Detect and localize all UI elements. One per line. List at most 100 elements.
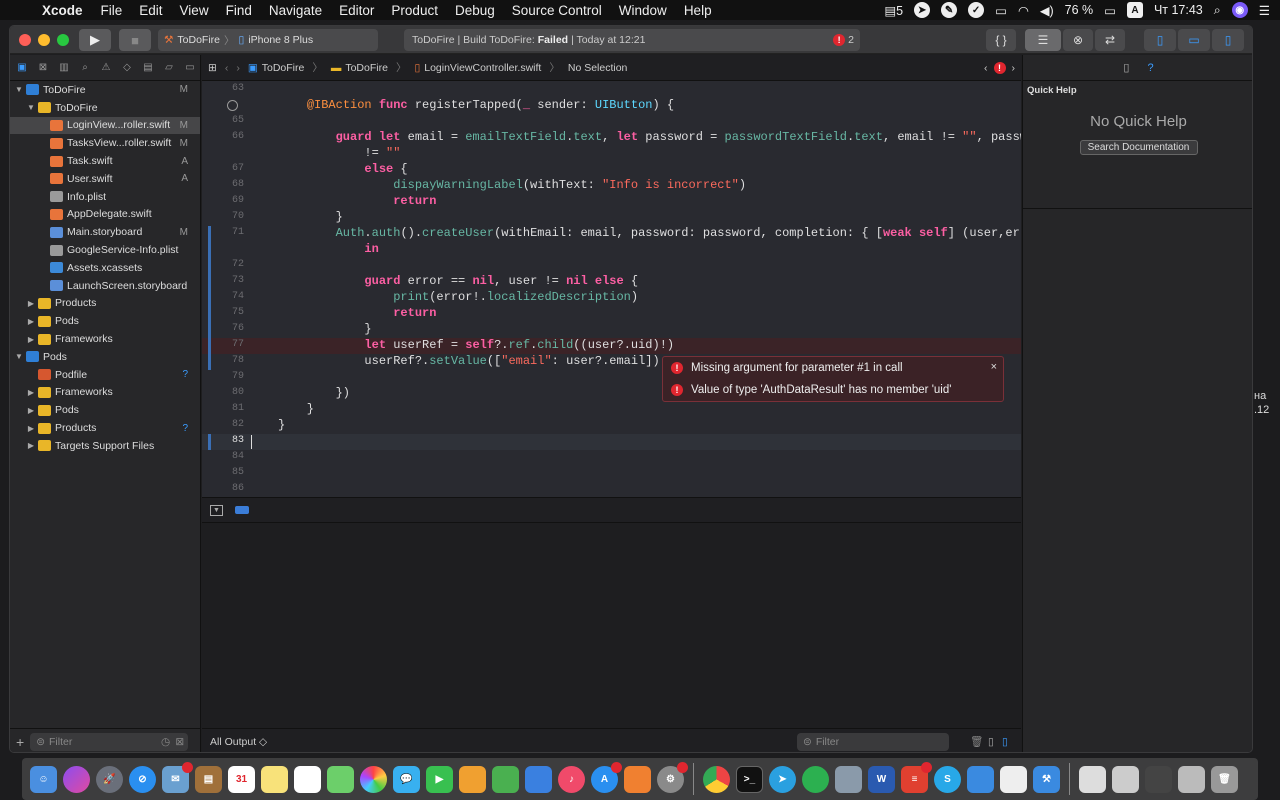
line-number[interactable]: 65 — [202, 115, 244, 126]
chrome-icon[interactable] — [703, 765, 730, 793]
line-number[interactable]: 83 — [202, 435, 244, 446]
symbol-icon[interactable]: ▥ — [57, 62, 71, 73]
scheme-selector[interactable]: ⚒ ToDoFire 〉 ▯ iPhone 8 Plus — [158, 29, 378, 51]
file-tree-item[interactable]: Main.storyboard M — [10, 223, 200, 241]
messages-icon[interactable]: 💬 — [393, 765, 420, 793]
related-items-icon[interactable]: ⊞ — [208, 62, 217, 74]
wifi-icon[interactable]: ◠ — [1018, 3, 1029, 18]
word-icon[interactable]: W — [868, 765, 895, 793]
music-icon[interactable]: ♪ — [558, 765, 585, 793]
trash-icon[interactable]: 🗑 — [970, 735, 983, 748]
minimize-window-button[interactable] — [38, 34, 50, 46]
code-line[interactable]: 86 — [202, 482, 1021, 497]
siri-icon[interactable] — [63, 765, 90, 793]
menu-help[interactable]: Help — [684, 3, 712, 18]
pages-icon[interactable] — [459, 765, 486, 793]
error-message-row[interactable]: ! Value of type 'AuthDataResult' has no m… — [663, 379, 1003, 401]
navigator-filter-input[interactable]: ⊜ Filter ◷ ⊠ — [30, 732, 189, 751]
code-line[interactable]: 67 else { — [202, 162, 1021, 178]
line-number[interactable]: 76 — [202, 323, 244, 334]
telegram-icon[interactable]: ➤ — [769, 765, 796, 793]
line-number[interactable]: 66 — [202, 131, 244, 142]
airplay-icon[interactable]: ▭ — [995, 3, 1007, 18]
file-inspector-icon[interactable]: ▯ — [1123, 61, 1129, 74]
disclosure-closed-icon[interactable]: ▶ — [26, 299, 36, 308]
contacts-icon[interactable]: ▤ — [195, 765, 222, 793]
menu-source-control[interactable]: Source Control — [512, 3, 602, 18]
siri-icon[interactable]: ◉ — [1231, 2, 1248, 18]
debug-icon[interactable]: ▤ — [141, 62, 155, 73]
file-tree-item[interactable]: Podfile? — [10, 366, 200, 384]
code-line[interactable]: 82} — [202, 418, 1021, 434]
volume-icon[interactable]: ◀) — [1040, 3, 1054, 18]
menu-editor[interactable]: Editor — [339, 3, 374, 18]
launchpad-icon[interactable]: 🚀 — [96, 765, 123, 793]
code-line[interactable]: 75 return — [202, 306, 1021, 322]
file-tree-item[interactable]: GoogleService-Info.plist — [10, 241, 200, 259]
line-number[interactable]: 77 — [202, 339, 244, 350]
menu-navigate[interactable]: Navigate — [269, 3, 322, 18]
safari-icon[interactable]: ⊘ — [129, 765, 156, 793]
maps-icon[interactable] — [327, 765, 354, 793]
line-number[interactable]: 70 — [202, 211, 244, 222]
finder-icon[interactable]: ☺ — [30, 765, 57, 793]
disclosure-open-icon[interactable]: ▼ — [14, 352, 24, 361]
file-tree-item[interactable]: LoginView...roller.swift M — [10, 116, 200, 135]
check-status-icon[interactable]: ✓ — [968, 2, 985, 18]
disclosure-closed-icon[interactable]: ▶ — [26, 424, 36, 433]
disclosure-closed-icon[interactable]: ▶ — [26, 335, 36, 344]
code-line[interactable]: 63 — [202, 82, 1021, 98]
file-tree-item[interactable]: ▼ ToDoFire — [10, 99, 200, 117]
issue-icon[interactable]: ⚠ — [99, 62, 113, 73]
file-tree-item[interactable]: ▶ Products — [10, 295, 200, 313]
menu-debug[interactable]: Debug — [455, 3, 495, 18]
line-number[interactable]: 82 — [202, 419, 244, 430]
file-tree-item[interactable]: Info.plist — [10, 188, 200, 206]
system-preferences-icon[interactable]: ⚙ — [657, 761, 688, 793]
terminal-icon[interactable]: >_ — [736, 765, 763, 793]
menu-product[interactable]: Product — [391, 3, 438, 18]
disclosure-closed-icon[interactable]: ▶ — [26, 406, 36, 415]
evernote-icon[interactable] — [802, 765, 829, 793]
battery-icon[interactable]: ▭ — [1104, 3, 1116, 18]
book-icon[interactable] — [1112, 765, 1139, 793]
search-documentation-button[interactable]: Search Documentation — [1079, 140, 1198, 155]
code-line[interactable]: 72 — [202, 258, 1021, 274]
menu-edit[interactable]: Edit — [139, 3, 162, 18]
preview-icon[interactable] — [835, 765, 862, 793]
textedit-icon[interactable] — [1000, 765, 1027, 793]
code-line[interactable]: 66 guard let email = emailTextField.text… — [202, 130, 1021, 146]
add-icon[interactable]: + — [16, 734, 24, 750]
menu-find[interactable]: Find — [226, 3, 252, 18]
code-line[interactable]: 71 Auth.auth().createUser(withEmail: ema… — [202, 226, 1021, 242]
file-tree-item[interactable]: ▼ Pods — [10, 348, 200, 366]
calendar-icon[interactable]: 31 — [228, 765, 255, 793]
previous-issue-icon[interactable]: ‹ — [984, 62, 988, 74]
line-number[interactable]: 84 — [202, 451, 244, 462]
line-number[interactable]: 75 — [202, 307, 244, 318]
close-popover-button[interactable]: × — [991, 361, 997, 373]
toggle-debug-button[interactable]: ▭ — [1178, 29, 1210, 51]
code-area[interactable]: 63 @IBAction func registerTapped(_ sende… — [202, 82, 1021, 497]
notification-center-icon[interactable]: ☰ — [1259, 3, 1270, 18]
xcode-icon[interactable]: ⚒ — [1033, 765, 1060, 793]
notes-icon[interactable] — [261, 765, 288, 793]
code-line[interactable]: 68 dispayWarningLabel(withText: "Info is… — [202, 178, 1021, 194]
error-icon[interactable]: ! — [993, 62, 1006, 74]
code-line[interactable]: 70 } — [202, 210, 1021, 226]
code-line[interactable]: 77 let userRef = self?.ref.child((user?.… — [202, 338, 1021, 354]
file-tree-item[interactable]: Task.swift A — [10, 152, 200, 170]
code-line[interactable]: 83 — [202, 434, 1021, 450]
line-number[interactable]: 80 — [202, 387, 244, 398]
forward-arrow-icon[interactable]: › — [236, 62, 240, 74]
mail-icon[interactable]: ✉ — [162, 761, 193, 793]
code-line[interactable]: 85 — [202, 466, 1021, 482]
line-number[interactable]: 63 — [202, 83, 244, 94]
file-tree-item[interactable]: ▶ Pods — [10, 401, 200, 419]
numbers-icon[interactable] — [492, 765, 519, 793]
line-number[interactable]: 73 — [202, 275, 244, 286]
spotlight-icon[interactable]: ⌕ — [1214, 3, 1221, 18]
battery-percent[interactable]: 76 % — [1065, 3, 1094, 17]
split-left-icon[interactable]: ▯ — [988, 736, 994, 748]
close-window-button[interactable] — [19, 34, 31, 46]
